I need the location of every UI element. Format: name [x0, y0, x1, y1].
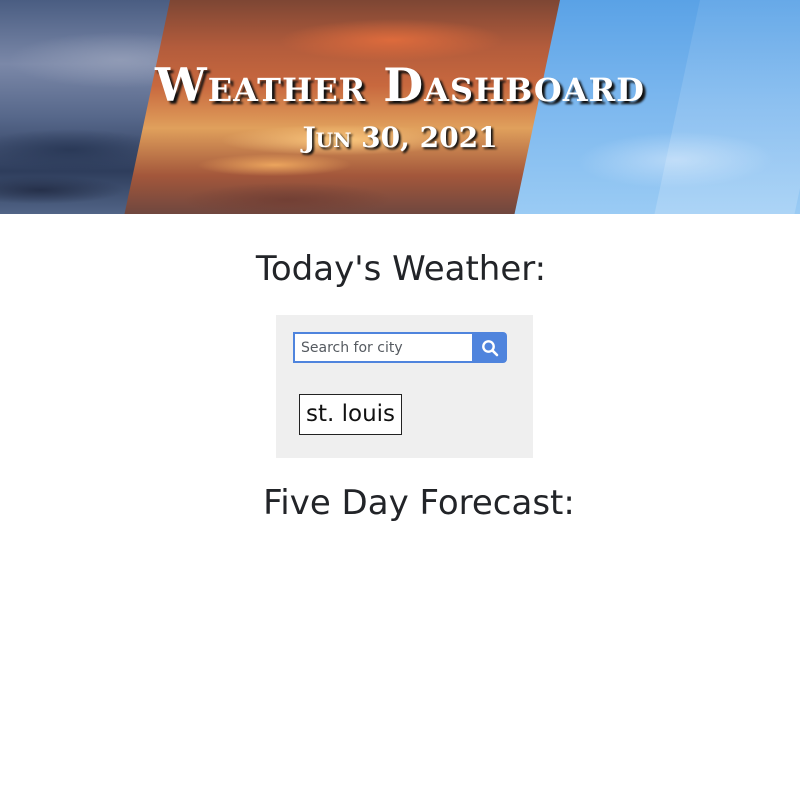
search-history-item[interactable]: st. louis [299, 394, 403, 435]
search-icon [481, 339, 498, 356]
current-date: Jun 30, 2021 [302, 121, 498, 154]
page-title: Weather Dashboard [155, 58, 645, 112]
search-panel: st. louis [276, 315, 533, 458]
hero-banner: Weather Dashboard Jun 30, 2021 [0, 0, 800, 214]
five-day-forecast-heading: Five Day Forecast: [263, 483, 575, 523]
todays-weather-heading: Today's Weather: [255, 249, 547, 289]
search-form [293, 332, 507, 363]
search-button[interactable] [472, 332, 507, 363]
city-search-input[interactable] [293, 332, 472, 363]
